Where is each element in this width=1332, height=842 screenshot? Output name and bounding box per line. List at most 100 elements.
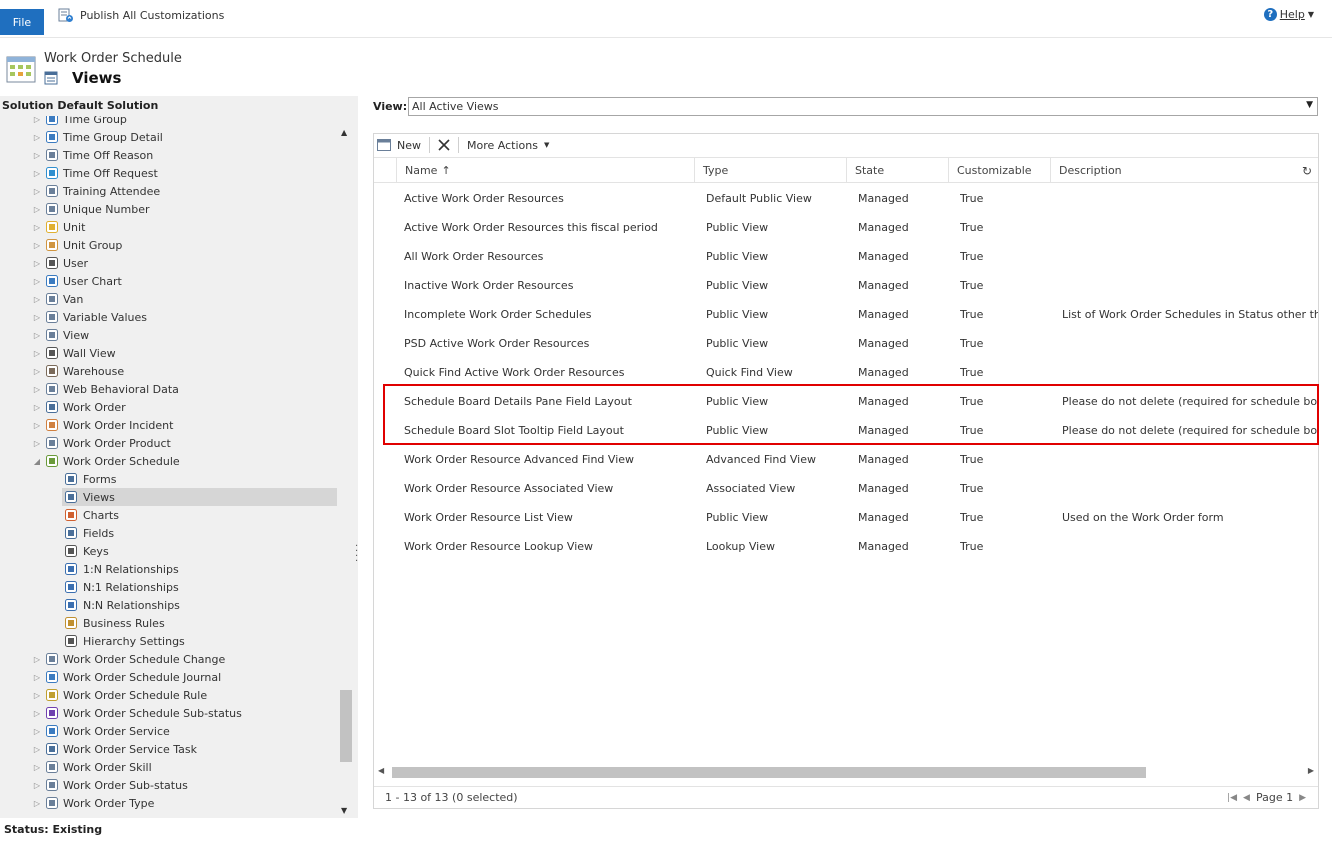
table-row[interactable]: Active Work Order Resources this fiscal …: [374, 213, 1318, 242]
panel-splitter-handle[interactable]: · · · ·: [355, 542, 358, 567]
sidebar-item-n-n-relationships[interactable]: N:N Relationships: [0, 596, 338, 614]
sidebar-item-web-behavioral-data[interactable]: ▷ Web Behavioral Data: [0, 380, 338, 398]
horizontal-scroll-thumb[interactable]: [392, 767, 1146, 778]
scroll-right-icon[interactable]: ▶: [1308, 766, 1314, 775]
table-row[interactable]: Work Order Resource Associated View Assoc…: [374, 474, 1318, 503]
sidebar-item-work-order-type[interactable]: ▷ Work Order Type: [0, 794, 338, 812]
cell-name[interactable]: Work Order Resource Lookup View: [404, 532, 593, 561]
sidebar-item-business-rules[interactable]: Business Rules: [0, 614, 338, 632]
sidebar-item-work-order-service[interactable]: ▷ Work Order Service: [0, 722, 338, 740]
collapsed-arrow-icon[interactable]: ▷: [32, 691, 42, 700]
sidebar-item-keys[interactable]: Keys: [0, 542, 338, 560]
sidebar-item-wall-view[interactable]: ▷ Wall View: [0, 344, 338, 362]
table-row[interactable]: Work Order Resource Lookup View Lookup Vi…: [374, 532, 1318, 561]
sidebar-item-view[interactable]: ▷ View: [0, 326, 338, 344]
collapsed-arrow-icon[interactable]: ▷: [32, 241, 42, 250]
sidebar-item-user[interactable]: ▷ User: [0, 254, 338, 272]
collapsed-arrow-icon[interactable]: ▷: [32, 116, 42, 124]
sidebar-item-time-off-request[interactable]: ▷ Time Off Request: [0, 164, 338, 182]
column-header-type[interactable]: Type: [694, 158, 846, 183]
sidebar-item-unit[interactable]: ▷ Unit: [0, 218, 338, 236]
delete-button[interactable]: [430, 139, 458, 151]
cell-name[interactable]: Quick Find Active Work Order Resources: [404, 358, 624, 387]
help-menu[interactable]: ? Help ▼: [1263, 8, 1314, 21]
column-header-description[interactable]: Description: [1050, 158, 1294, 183]
cell-name[interactable]: Inactive Work Order Resources: [404, 271, 573, 300]
column-header-customizable[interactable]: Customizable: [948, 158, 1050, 183]
table-row[interactable]: Active Work Order Resources Default Publi…: [374, 184, 1318, 213]
sidebar-item-time-group-detail[interactable]: ▷ Time Group Detail: [0, 128, 338, 146]
table-row[interactable]: Work Order Resource List View Public View…: [374, 503, 1318, 532]
collapsed-arrow-icon[interactable]: ▷: [32, 295, 42, 304]
table-row[interactable]: PSD Active Work Order Resources Public Vi…: [374, 329, 1318, 358]
more-actions-button[interactable]: More Actions ▼: [459, 139, 557, 152]
collapsed-arrow-icon[interactable]: ▷: [32, 709, 42, 718]
sidebar-item-van[interactable]: ▷ Van: [0, 290, 338, 308]
sidebar-item-work-order-schedule-sub-status[interactable]: ▷ Work Order Schedule Sub-status: [0, 704, 338, 722]
collapsed-arrow-icon[interactable]: ▷: [32, 169, 42, 178]
collapsed-arrow-icon[interactable]: ▷: [32, 367, 42, 376]
sidebar-item-work-order-schedule-change[interactable]: ▷ Work Order Schedule Change: [0, 650, 338, 668]
sidebar-item-work-order-sub-status[interactable]: ▷ Work Order Sub-status: [0, 776, 338, 794]
table-row[interactable]: Work Order Resource Advanced Find View Ad…: [374, 445, 1318, 474]
collapsed-arrow-icon[interactable]: ▷: [32, 385, 42, 394]
cell-name[interactable]: Work Order Resource List View: [404, 503, 573, 532]
sidebar-item-forms[interactable]: Forms: [0, 470, 338, 488]
collapsed-arrow-icon[interactable]: ▷: [32, 655, 42, 664]
file-button[interactable]: File: [0, 9, 44, 35]
collapsed-arrow-icon[interactable]: ▷: [32, 187, 42, 196]
collapsed-arrow-icon[interactable]: ▷: [32, 421, 42, 430]
sidebar-item-work-order-schedule[interactable]: ◢ Work Order Schedule: [0, 452, 338, 470]
select-all-cell[interactable]: [374, 158, 396, 183]
new-button[interactable]: New: [374, 139, 429, 152]
scroll-down-icon[interactable]: ▼: [341, 806, 347, 815]
sidebar-item-unit-group[interactable]: ▷ Unit Group: [0, 236, 338, 254]
first-page-icon[interactable]: |◀: [1227, 793, 1237, 803]
collapsed-arrow-icon[interactable]: ▷: [32, 799, 42, 808]
collapsed-arrow-icon[interactable]: ▷: [32, 205, 42, 214]
sidebar-item-charts[interactable]: Charts: [0, 506, 338, 524]
scroll-up-icon[interactable]: ▲: [341, 128, 347, 137]
cell-name[interactable]: Incomplete Work Order Schedules: [404, 300, 591, 329]
table-row[interactable]: Quick Find Active Work Order Resources Qu…: [374, 358, 1318, 387]
previous-page-icon[interactable]: ◀: [1243, 793, 1250, 803]
expanded-arrow-icon[interactable]: ◢: [32, 457, 42, 466]
scroll-left-icon[interactable]: ◀: [378, 766, 384, 775]
refresh-button[interactable]: ↻: [1294, 158, 1318, 183]
sidebar-item-hierarchy-settings[interactable]: Hierarchy Settings: [0, 632, 338, 650]
collapsed-arrow-icon[interactable]: ▷: [32, 331, 42, 340]
table-row[interactable]: Incomplete Work Order Schedules Public Vi…: [374, 300, 1318, 329]
sidebar-scroll-thumb[interactable]: [340, 690, 352, 762]
view-select[interactable]: All Active Views ▼: [408, 97, 1318, 116]
collapsed-arrow-icon[interactable]: ▷: [32, 133, 42, 142]
cell-name[interactable]: Active Work Order Resources this fiscal …: [404, 213, 658, 242]
table-row[interactable]: All Work Order Resources Public View Manag…: [374, 242, 1318, 271]
collapsed-arrow-icon[interactable]: ▷: [32, 745, 42, 754]
sidebar-item-views[interactable]: Views: [62, 488, 337, 506]
table-row[interactable]: Inactive Work Order Resources Public View…: [374, 271, 1318, 300]
cell-name[interactable]: PSD Active Work Order Resources: [404, 329, 589, 358]
sidebar-item-work-order-product[interactable]: ▷ Work Order Product: [0, 434, 338, 452]
column-header-name[interactable]: Name ↑: [396, 158, 694, 183]
sidebar-item-work-order-schedule-journal[interactable]: ▷ Work Order Schedule Journal: [0, 668, 338, 686]
sidebar-item-time-group[interactable]: ▷ Time Group: [0, 116, 338, 128]
collapsed-arrow-icon[interactable]: ▷: [32, 277, 42, 286]
collapsed-arrow-icon[interactable]: ▷: [32, 673, 42, 682]
horizontal-scrollbar[interactable]: ◀ ▶: [374, 765, 1318, 779]
sidebar-item-fields[interactable]: Fields: [0, 524, 338, 542]
next-page-icon[interactable]: ▶: [1299, 793, 1306, 803]
cell-name[interactable]: Active Work Order Resources: [404, 184, 564, 213]
collapsed-arrow-icon[interactable]: ▷: [32, 439, 42, 448]
collapsed-arrow-icon[interactable]: ▷: [32, 403, 42, 412]
sidebar-item-training-attendee[interactable]: ▷ Training Attendee: [0, 182, 338, 200]
sidebar-item-user-chart[interactable]: ▷ User Chart: [0, 272, 338, 290]
collapsed-arrow-icon[interactable]: ▷: [32, 313, 42, 322]
sidebar-item-unique-number[interactable]: ▷ Unique Number: [0, 200, 338, 218]
sidebar-item-time-off-reason[interactable]: ▷ Time Off Reason: [0, 146, 338, 164]
publish-all-button[interactable]: Publish All Customizations: [58, 7, 224, 23]
collapsed-arrow-icon[interactable]: ▷: [32, 223, 42, 232]
cell-name[interactable]: Work Order Resource Advanced Find View: [404, 445, 634, 474]
sidebar-item-work-order[interactable]: ▷ Work Order: [0, 398, 338, 416]
collapsed-arrow-icon[interactable]: ▷: [32, 151, 42, 160]
solution-tree[interactable]: ▷ Time Group ▷ Time Group Detail ▷ Time Off R…: [0, 116, 338, 816]
